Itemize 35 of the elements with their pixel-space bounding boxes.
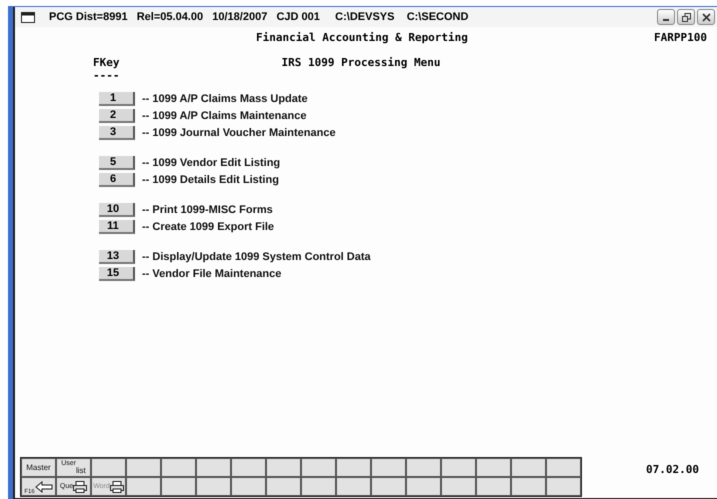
menu-option-label: -- 1099 Journal Voucher Maintenance: [142, 127, 336, 139]
menu-option-label: -- 1099 Details Edit Listing: [142, 174, 279, 186]
program-id: FARPP100: [654, 31, 707, 44]
minimize-button[interactable]: [657, 9, 675, 25]
toolbar-button[interactable]: Master: [21, 458, 56, 477]
left-arrow-icon: [34, 480, 53, 492]
function-key-button[interactable]: 6: [99, 173, 135, 187]
menu-option-label: -- Print 1099-MISC Forms: [142, 204, 273, 216]
function-key-button[interactable]: 1: [99, 92, 135, 106]
heading-underline: ----: [93, 69, 120, 82]
screen-title: Financial Accounting & Reporting: [256, 31, 468, 44]
menu-option-label: -- Display/Update 1099 System Control Data: [142, 251, 371, 263]
printer-icon: [110, 480, 124, 492]
function-key-button[interactable]: 11: [99, 220, 135, 234]
restore-icon: [682, 12, 690, 22]
window-title: PCG Dist=8991 Rel=05.04.00 10/18/2007 CJD 001 C:\DEVSYS C:\SECOND: [49, 11, 470, 23]
function-key-button[interactable]: 15: [99, 267, 135, 281]
function-key-button[interactable]: 2: [99, 109, 135, 123]
function-key-button[interactable]: 3: [99, 126, 135, 140]
printer-icon: [73, 480, 88, 492]
menu-option-label: -- 1099 Vendor Edit Listing: [142, 157, 280, 169]
menu-title: IRS 1099 Processing Menu: [282, 56, 440, 71]
menu-option-label: -- Vendor File Maintenance: [142, 268, 282, 280]
window-menu-icon[interactable]: [21, 12, 35, 22]
function-key-button[interactable]: 10: [99, 203, 135, 217]
menu-option-label: -- 1099 A/P Claims Maintenance: [142, 110, 306, 122]
close-button[interactable]: [697, 9, 715, 25]
function-key-button[interactable]: 5: [99, 156, 135, 170]
column-heading: FKey: [93, 56, 120, 69]
menu-option-label: -- Create 1099 Export File: [142, 221, 274, 233]
function-key-button[interactable]: 13: [99, 250, 135, 264]
version-number: 07.02.00: [646, 463, 699, 476]
close-icon: [702, 12, 710, 22]
menu-option-label: -- 1099 A/P Claims Mass Update: [142, 93, 308, 105]
restore-button[interactable]: [677, 9, 695, 25]
